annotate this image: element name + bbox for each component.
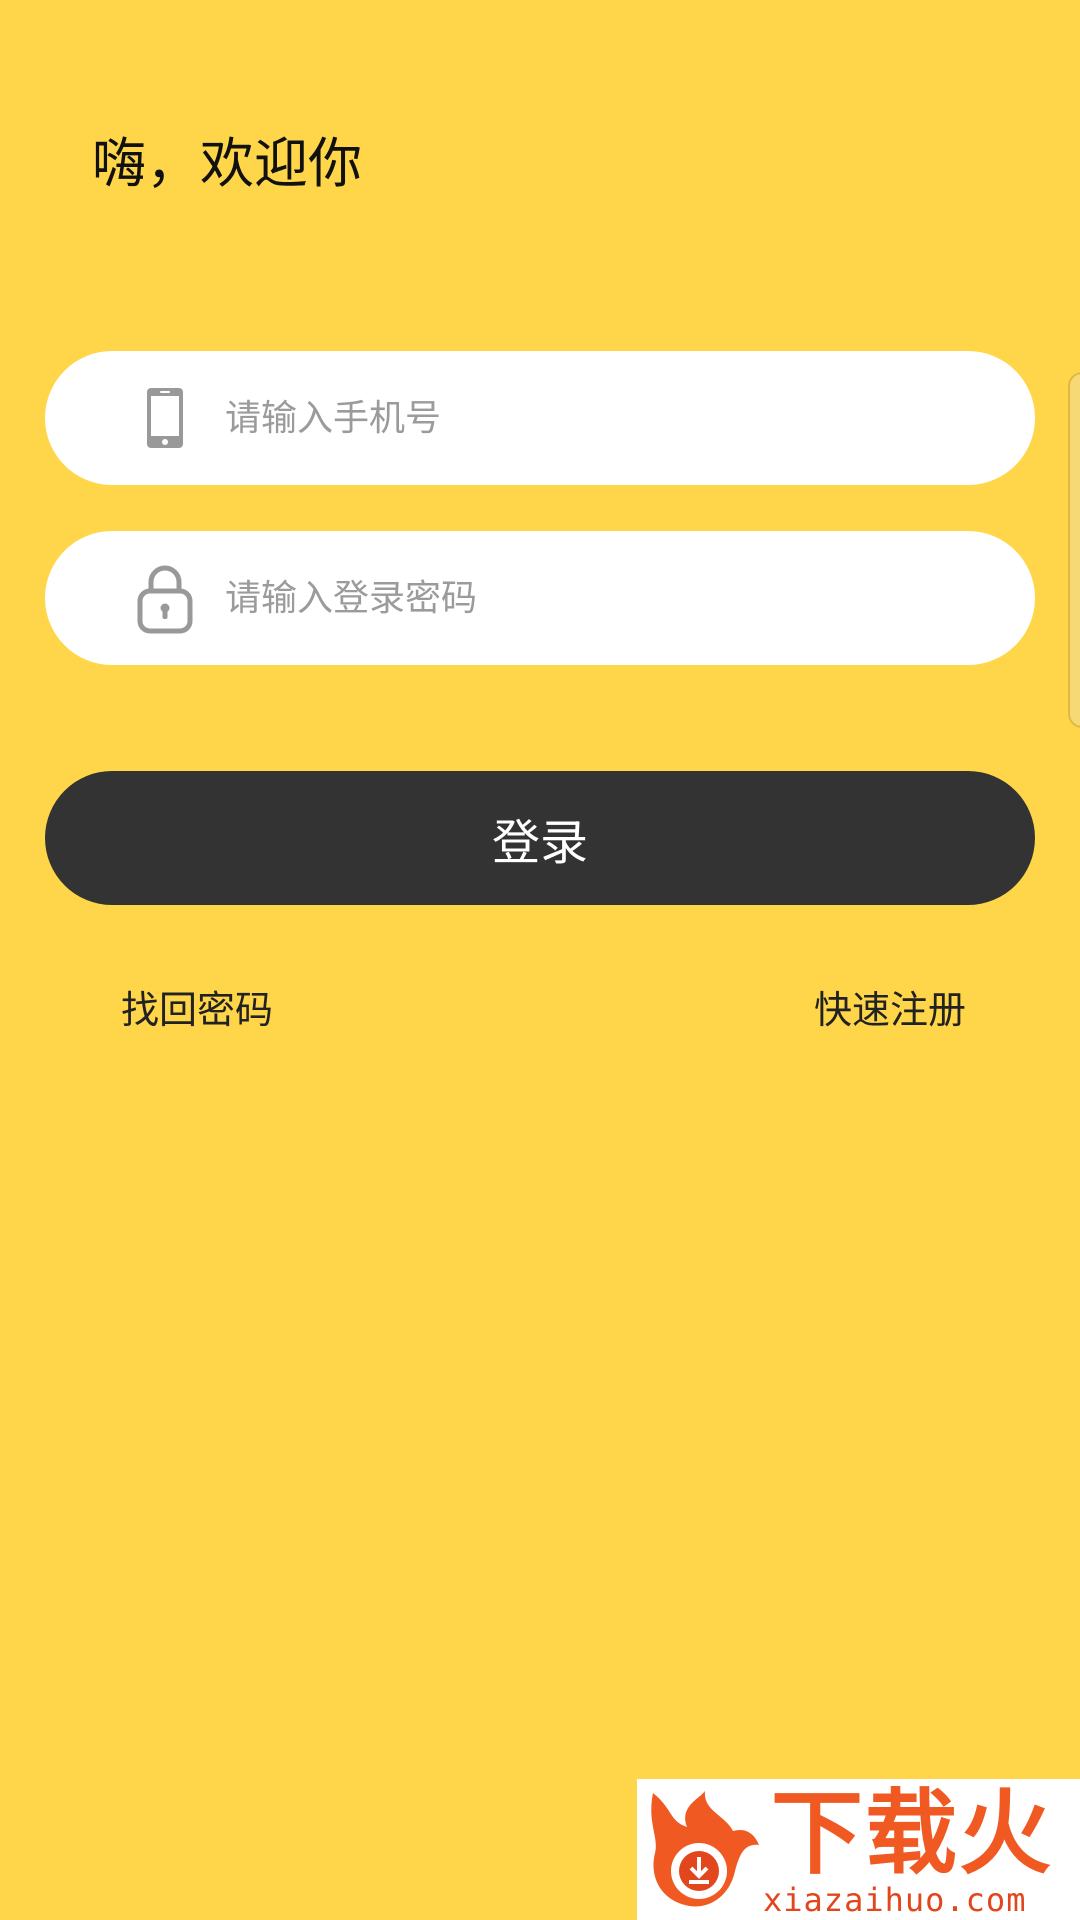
flame-logo-icon: [643, 1787, 767, 1919]
site-watermark: 下载火 xiazaihuo.com: [637, 1779, 1080, 1920]
greeting-title: 嗨，欢迎你: [92, 132, 362, 195]
quick-register-link[interactable]: 快速注册: [814, 980, 966, 1040]
watermark-title: 下载火: [771, 1780, 1054, 1887]
forgot-password-link[interactable]: 找回密码: [121, 980, 273, 1040]
smartphone-icon: [133, 386, 197, 450]
lock-icon: [133, 565, 197, 634]
password-field[interactable]: [45, 531, 1035, 665]
phone-field[interactable]: [45, 351, 1035, 485]
edge-panel-handle[interactable]: [1068, 372, 1080, 728]
watermark-url: xiazaihuo.com: [763, 1881, 1027, 1919]
phone-input[interactable]: [225, 351, 975, 485]
login-button[interactable]: 登录: [45, 771, 1035, 905]
password-input[interactable]: [225, 531, 975, 665]
